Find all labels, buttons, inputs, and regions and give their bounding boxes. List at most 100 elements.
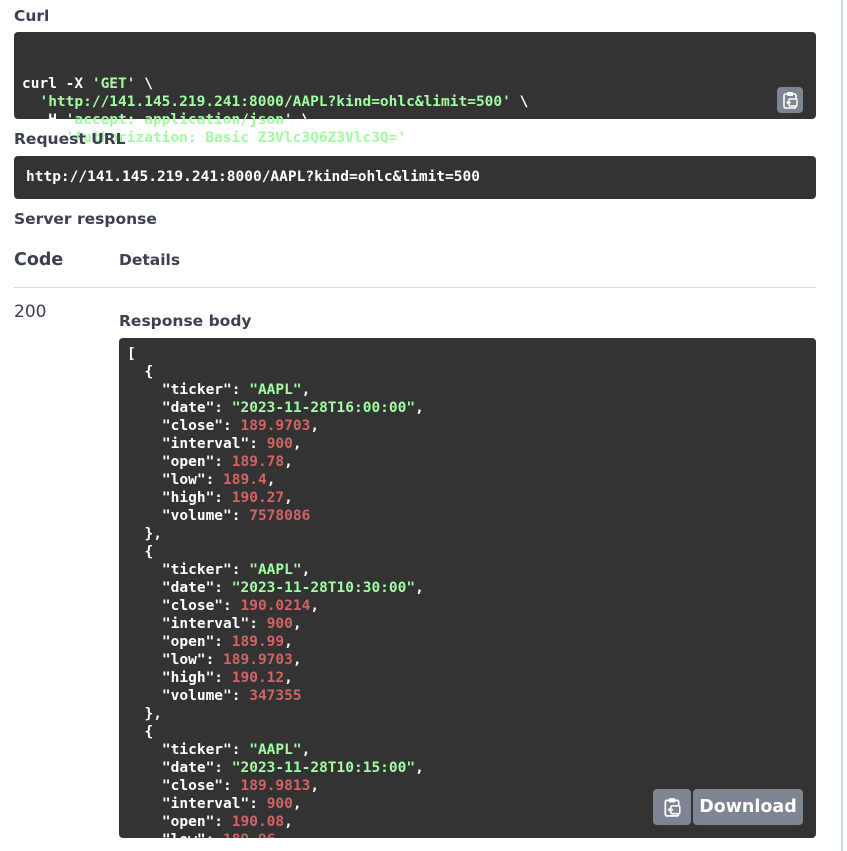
string-token: "AAPL" — [249, 382, 302, 398]
code-line: { — [127, 723, 808, 741]
response-body-title: Response body — [119, 312, 252, 330]
number-token: 189.9813 — [240, 778, 311, 794]
response-body-block[interactable]: [ { "ticker": "AAPL", "date": "2023-11-2… — [119, 338, 816, 838]
code-token: "date": — [127, 760, 232, 776]
code-column-header: Code — [14, 250, 64, 270]
code-token: }, — [127, 526, 162, 542]
code-token: , — [415, 400, 424, 416]
code-token: "open": — [127, 634, 232, 650]
code-line: "volume": 7578086 — [127, 507, 808, 525]
string-token: "AAPL" — [249, 562, 302, 578]
number-token: 190.08 — [231, 814, 285, 830]
code-line: 'http://141.145.219.241:8000/AAPL?kind=o… — [22, 93, 808, 111]
code-token: "high": — [127, 490, 232, 506]
code-token: , — [310, 418, 320, 434]
code-token: { — [127, 364, 154, 380]
code-token: "high": — [127, 670, 232, 686]
code-token: , — [310, 778, 320, 794]
clipboard-icon — [664, 798, 681, 817]
code-token: "low": — [127, 472, 224, 488]
code-token: , — [284, 634, 293, 650]
number-token: 7578086 — [249, 508, 311, 524]
number-token: 189.96 — [223, 832, 275, 838]
curl-command: curl -X 'GET' \ 'http://141.145.219.241:… — [22, 75, 808, 147]
code-line: "date": "2023-11-28T10:15:00", — [127, 759, 808, 777]
string-token: "2023-11-28T16:00:00" — [231, 400, 416, 416]
code-line: "interval": 900, — [127, 435, 808, 453]
code-token: , — [292, 616, 302, 632]
code-token: curl -X — [22, 76, 92, 92]
code-line: "low": 189.9703, — [127, 651, 808, 669]
code-line: -H 'Authorization: Basic Z3Vlc3Q6Z3Vlc3Q… — [22, 129, 808, 147]
code-token: "volume": — [127, 688, 250, 704]
code-line: "high": 190.12, — [127, 669, 808, 687]
code-token: -H — [22, 112, 66, 128]
number-token: 189.99 — [231, 634, 285, 650]
code-line: "ticker": "AAPL", — [127, 741, 808, 759]
code-token: \ — [292, 112, 311, 128]
curl-code-block[interactable]: curl -X 'GET' \ 'http://141.145.219.241:… — [14, 32, 816, 146]
code-token: , — [301, 382, 311, 398]
number-token: 347355 — [249, 688, 302, 704]
number-token: 189.78 — [231, 454, 285, 470]
server-response-title: Server response — [14, 210, 157, 228]
string-token: 'GET' — [91, 76, 136, 92]
string-token: "AAPL" — [249, 742, 302, 758]
code-token: , — [284, 670, 293, 686]
string-token: 'http://141.145.219.241:8000/AAPL?kind=o… — [39, 94, 511, 110]
number-token: 189.9703 — [223, 652, 293, 668]
request-url-value[interactable]: http://141.145.219.241:8000/AAPL?kind=oh… — [14, 156, 816, 199]
code-line: { — [127, 543, 808, 561]
string-token: "2023-11-28T10:15:00" — [231, 760, 416, 776]
code-token: , — [292, 652, 302, 668]
code-line: { — [127, 363, 808, 381]
code-line: [ — [127, 345, 808, 363]
code-token: "ticker": — [127, 562, 250, 578]
code-line: "close": 189.9703, — [127, 417, 808, 435]
code-line: "date": "2023-11-28T10:30:00", — [127, 579, 808, 597]
code-token: "date": — [127, 580, 232, 596]
number-token: 900 — [266, 616, 293, 632]
code-line: "low": 189.96, — [127, 831, 808, 838]
code-token: "low": — [127, 652, 224, 668]
code-token: , — [292, 436, 302, 452]
number-token: 190.0214 — [240, 598, 311, 614]
response-status-code: 200 — [14, 302, 47, 322]
code-token: "interval": — [127, 616, 267, 632]
code-line: -H 'accept: application/json' \ — [22, 111, 808, 129]
code-token: , — [310, 598, 320, 614]
code-token: { — [127, 724, 154, 740]
code-token: "volume": — [127, 508, 250, 524]
request-url-title: Request URL — [14, 130, 126, 148]
code-line: }, — [127, 525, 808, 543]
copy-response-button[interactable] — [653, 789, 691, 825]
number-token: 900 — [266, 436, 293, 452]
code-token: \ — [135, 76, 153, 92]
download-button[interactable]: Download — [693, 789, 803, 825]
code-line: "open": 189.99, — [127, 633, 808, 651]
code-line: curl -X 'GET' \ — [22, 75, 808, 93]
response-body-json: [ { "ticker": "AAPL", "date": "2023-11-2… — [119, 338, 816, 838]
code-line: "date": "2023-11-28T16:00:00", — [127, 399, 808, 417]
code-token: , — [284, 454, 293, 470]
number-token: 900 — [266, 796, 293, 812]
number-token: 190.12 — [231, 670, 285, 686]
code-token: { — [127, 544, 154, 560]
code-token: "open": — [127, 454, 232, 470]
code-token: , — [415, 580, 424, 596]
code-line: "high": 190.27, — [127, 489, 808, 507]
string-token: "2023-11-28T10:30:00" — [231, 580, 416, 596]
code-token: , — [301, 562, 311, 578]
string-token: 'accept: application/json' — [65, 112, 293, 128]
code-token: , — [275, 832, 284, 838]
panel-right-border — [841, 0, 843, 851]
code-token: , — [301, 742, 311, 758]
copy-curl-button[interactable] — [777, 87, 803, 113]
number-token: 189.9703 — [240, 418, 311, 434]
code-token: "close": — [127, 778, 241, 794]
code-line: "interval": 900, — [127, 615, 808, 633]
code-token: "close": — [127, 598, 241, 614]
code-line: "ticker": "AAPL", — [127, 561, 808, 579]
code-token: "ticker": — [127, 382, 250, 398]
